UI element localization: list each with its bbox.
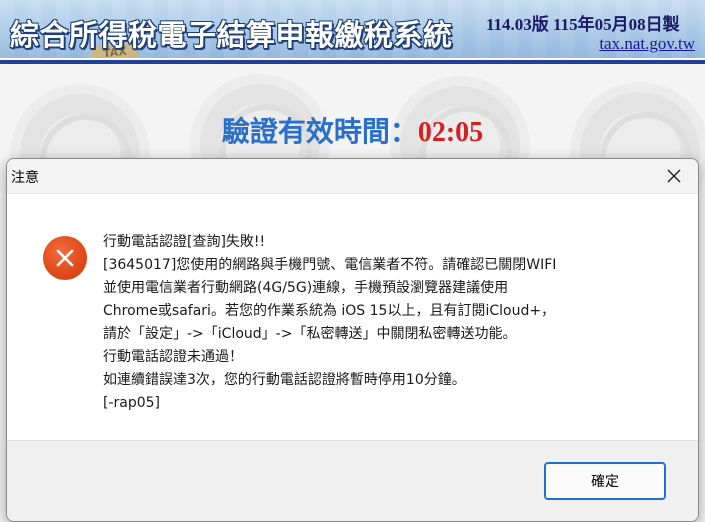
message-line: Chrome或safari。若您的作業系統為 iOS 15以上，且有訂閱iClo… bbox=[103, 303, 556, 319]
timer-label: 驗證有效時間： bbox=[221, 117, 418, 148]
message-line: [3645017]您使用的網路與手機門號、電信業者不符。請確認已關閉WIFI bbox=[103, 257, 557, 273]
close-icon bbox=[667, 169, 681, 183]
close-button[interactable] bbox=[656, 161, 692, 191]
alert-dialog: 注意 行動電話認證[查詢]失敗!! [3645017]您使用的網路與手機門號、電… bbox=[6, 158, 699, 522]
site-link[interactable]: tax.nat.gov.tw bbox=[599, 34, 695, 54]
header-banner: TAX 綜合所得稅電子結算申報繳稅系統 114.03版 115年05月08日製 … bbox=[0, 0, 705, 58]
dialog-title: 注意 bbox=[11, 170, 39, 186]
message-line: 行動電話認證未通過！ bbox=[103, 349, 243, 365]
message-line: 並使用電信業者行動網路(4G/5G)連線，手機預設瀏覽器建議使用 bbox=[103, 280, 509, 296]
dialog-titlebar: 注意 bbox=[7, 159, 698, 194]
message-line: 請於「設定」->「iCloud」->「私密轉送」中關閉私密轉送功能。 bbox=[103, 326, 517, 342]
message-line: [-rap05] bbox=[103, 395, 161, 411]
version-info: 114.03版 115年05月08日製 bbox=[486, 15, 680, 34]
message-line: 如連續錯誤達3次，您的行動電話認證將暫時停用10分鐘。 bbox=[103, 372, 466, 388]
validity-timer: 驗證有效時間：02:05 bbox=[0, 110, 705, 150]
app-title: 綜合所得稅電子結算申報繳稅系統 bbox=[10, 18, 453, 52]
ok-button[interactable]: 確定 bbox=[544, 462, 666, 500]
timer-value: 02:05 bbox=[417, 117, 484, 148]
error-message: 行動電話認證[查詢]失敗!! [3645017]您使用的網路與手機門號、電信業者… bbox=[103, 231, 688, 415]
error-icon bbox=[43, 236, 87, 280]
message-line: 行動電話認證[查詢]失敗!! bbox=[103, 234, 266, 250]
